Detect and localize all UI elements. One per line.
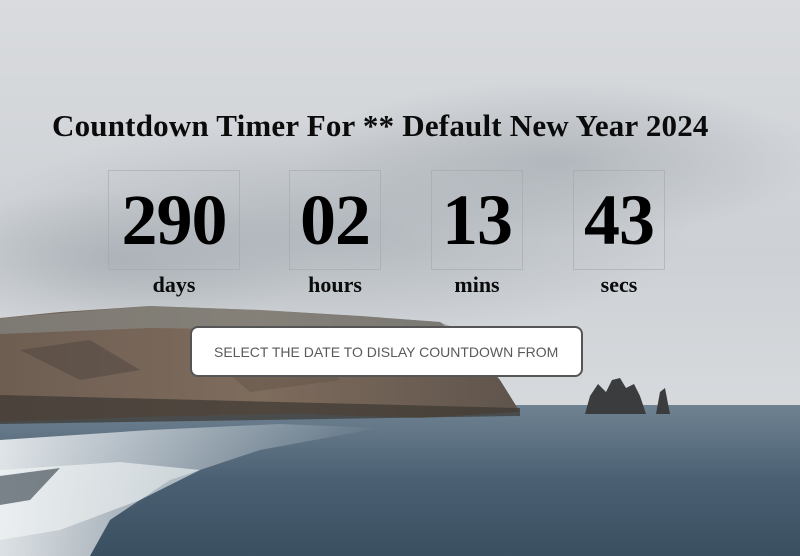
countdown-secs: 43 secs [573,170,665,298]
days-label: days [152,272,196,297]
date-input[interactable] [190,326,583,377]
mins-box: 13 [431,170,523,270]
secs-label: secs [600,272,638,297]
countdown-hours: 02 hours [289,170,381,298]
secs-box: 43 [573,170,665,270]
mins-label: mins [454,272,500,297]
page-title: Countdown Timer For ** Default New Year … [52,108,709,143]
hours-label: hours [308,272,362,297]
days-value: 290 [121,180,228,260]
hours-value: 02 [300,180,371,260]
countdown-mins: 13 mins [431,170,523,298]
mins-value: 13 [442,180,513,260]
secs-value: 43 [584,180,655,260]
countdown-days: 290 days [108,170,240,298]
days-box: 290 [108,170,240,270]
hours-box: 02 [289,170,381,270]
